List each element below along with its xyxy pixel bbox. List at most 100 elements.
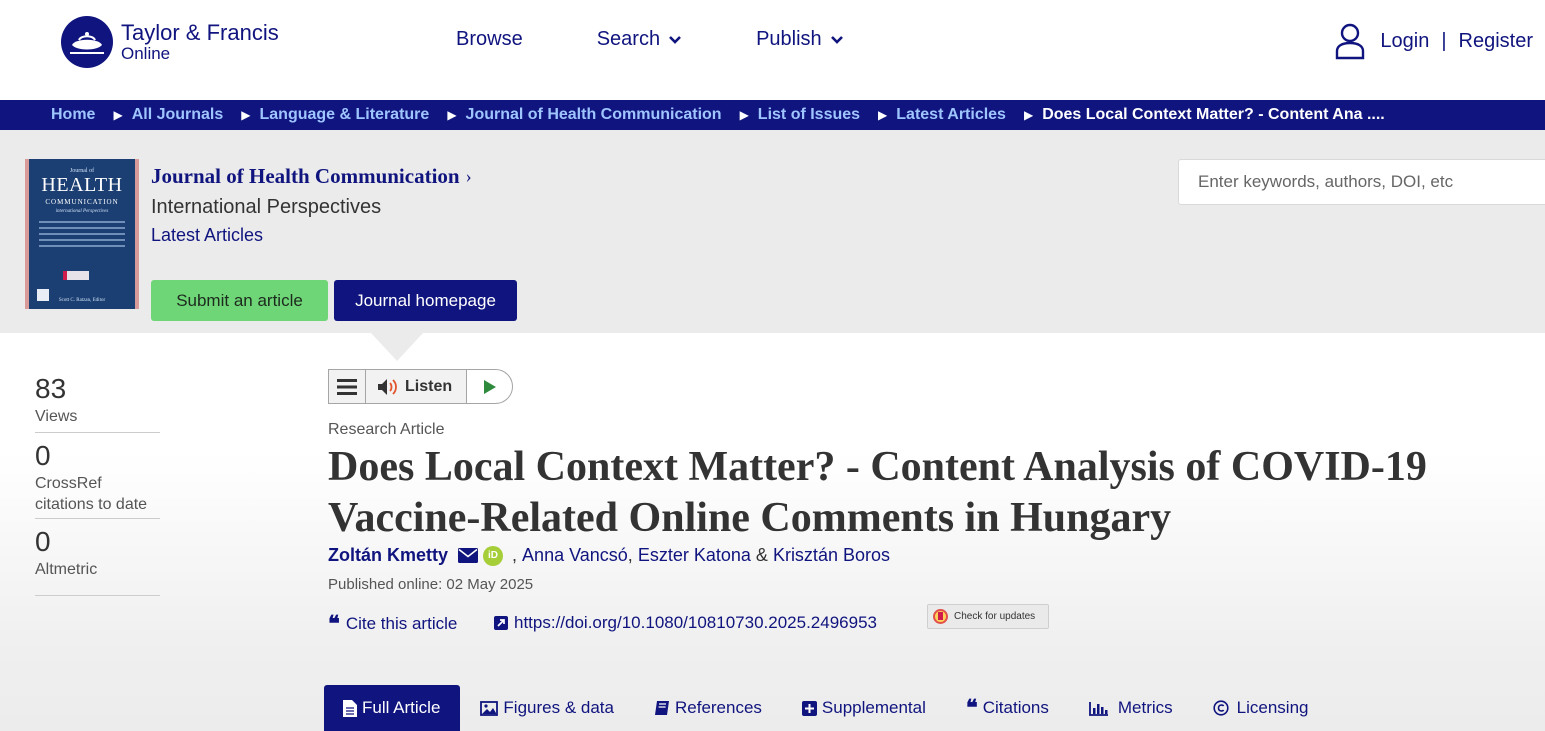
cover-name: HEALTH bbox=[41, 174, 123, 196]
hamburger-icon bbox=[337, 378, 357, 395]
speaker-icon bbox=[378, 378, 397, 395]
nav-browse[interactable]: Browse bbox=[456, 28, 523, 51]
cite-article-link[interactable]: ❝ Cite this article bbox=[328, 613, 457, 635]
check-updates-label: Check for updates bbox=[954, 611, 1036, 622]
journal-homepage-button[interactable]: Journal homepage bbox=[334, 280, 517, 321]
play-icon bbox=[483, 379, 496, 394]
tab-licensing[interactable]: Licensing bbox=[1193, 685, 1329, 731]
image-icon bbox=[480, 700, 499, 716]
breadcrumb-label: Latest Articles bbox=[896, 106, 1006, 123]
article-tabs: Full Article Figures & data References S… bbox=[324, 685, 1328, 731]
taylor-francis-logo[interactable]: Taylor & Francis Online bbox=[61, 16, 279, 68]
plus-square-icon bbox=[801, 700, 817, 716]
breadcrumb-arrow-icon: ▶ bbox=[241, 108, 251, 122]
author-separator: , bbox=[512, 545, 518, 565]
author-icons: iD bbox=[458, 545, 508, 566]
listen-label: Listen bbox=[405, 377, 453, 395]
tab-supplemental[interactable]: Supplemental bbox=[782, 685, 946, 731]
metric-crossref: 0 CrossRef citations to date bbox=[35, 433, 160, 519]
journal-cover-image: Journal of HEALTH COMMUNICATION internat… bbox=[29, 159, 135, 309]
book-icon bbox=[654, 700, 670, 716]
chevron-down-icon bbox=[830, 35, 843, 44]
breadcrumb-arrow-icon: ▶ bbox=[739, 108, 749, 122]
check-for-updates-button[interactable]: Check for updates bbox=[927, 604, 1049, 629]
tab-references[interactable]: References bbox=[634, 685, 782, 731]
metric-altmetric: 0 Altmetric bbox=[35, 519, 160, 596]
breadcrumb-language-literature[interactable]: ▶ Language & Literature bbox=[223, 106, 429, 124]
author-list: Zoltán Kmetty iD , Anna Vancsó , Eszter … bbox=[328, 545, 890, 566]
player-menu-button[interactable] bbox=[329, 370, 366, 403]
author-link[interactable]: Eszter Katona bbox=[638, 545, 751, 566]
main-nav: Browse Search Publish bbox=[456, 28, 844, 51]
register-link[interactable]: Register bbox=[1459, 30, 1533, 53]
breadcrumb-journal[interactable]: ▶ Journal of Health Communication bbox=[429, 106, 721, 124]
document-icon bbox=[343, 699, 357, 717]
tab-label: Metrics bbox=[1117, 698, 1173, 717]
breadcrumb-arrow-icon: ▶ bbox=[1023, 108, 1034, 122]
tab-full-article[interactable]: Full Article bbox=[324, 685, 461, 731]
breadcrumb-label: Journal of Health Communication bbox=[465, 106, 722, 123]
nav-browse-label: Browse bbox=[456, 28, 523, 50]
play-button[interactable] bbox=[467, 370, 512, 403]
journal-title-link[interactable]: Journal of Health Communication › bbox=[151, 164, 472, 189]
site-header: Taylor & Francis Online Browse Search Pu… bbox=[0, 0, 1545, 100]
breadcrumb-home[interactable]: Home bbox=[51, 106, 95, 124]
submit-article-button[interactable]: Submit an article bbox=[151, 280, 328, 321]
journal-cover[interactable]: Journal of HEALTH COMMUNICATION internat… bbox=[25, 159, 139, 309]
doi-link[interactable]: https://doi.org/10.1080/10810730.2025.24… bbox=[494, 613, 877, 633]
breadcrumb-arrow-icon: ▶ bbox=[878, 108, 888, 122]
external-link-icon bbox=[494, 616, 508, 630]
altmetric-count: 0 bbox=[35, 526, 51, 557]
orcid-icon[interactable]: iD bbox=[483, 545, 504, 566]
tab-label: Supplemental bbox=[821, 698, 926, 717]
nav-search[interactable]: Search bbox=[597, 28, 682, 51]
breadcrumb-current: ▶ Does Local Context Matter? - Content An… bbox=[1006, 106, 1385, 124]
tab-figures-data[interactable]: Figures & data bbox=[460, 685, 634, 731]
journal-subtitle: International Perspectives bbox=[151, 196, 382, 218]
tab-citations[interactable]: ❝ Citations bbox=[946, 685, 1069, 731]
breadcrumb-label: All Journals bbox=[131, 106, 224, 123]
teapot-logo-icon bbox=[61, 16, 113, 68]
nav-publish[interactable]: Publish bbox=[756, 28, 844, 51]
breadcrumb-all-journals[interactable]: ▶ All Journals bbox=[95, 106, 223, 124]
logo-line-2: Online bbox=[121, 43, 171, 63]
logo-line-1: Taylor & Francis bbox=[121, 19, 279, 45]
user-icon[interactable] bbox=[1334, 22, 1366, 60]
envelope-icon[interactable] bbox=[458, 548, 479, 563]
listen-button[interactable]: Listen bbox=[366, 370, 467, 403]
crossref-label: CrossRef citations to date bbox=[35, 473, 160, 518]
breadcrumb-arrow-icon: ▶ bbox=[113, 108, 123, 122]
cover-tagline: international Perspectives bbox=[55, 209, 109, 214]
breadcrumb-arrow-icon: ▶ bbox=[447, 108, 457, 122]
breadcrumb: Home ▶ All Journals ▶ Language & Literatur… bbox=[0, 100, 1545, 130]
crossref-label-1: CrossRef bbox=[35, 474, 102, 492]
doi-url: https://doi.org/10.1080/10810730.2025.24… bbox=[514, 613, 877, 632]
logo-text: Taylor & Francis Online bbox=[121, 19, 279, 64]
breadcrumb-label: Does Local Context Matter? - Content Ana… bbox=[1042, 106, 1385, 123]
views-label: Views bbox=[35, 407, 78, 425]
nav-publish-label: Publish bbox=[756, 28, 822, 50]
altmetric-label: Altmetric bbox=[35, 560, 98, 578]
author-link[interactable]: Krisztán Boros bbox=[773, 545, 890, 566]
quote-icon: ❝ bbox=[965, 695, 978, 720]
author-link[interactable]: Anna Vancsó bbox=[522, 545, 628, 566]
search-input[interactable] bbox=[1198, 172, 1545, 192]
login-link[interactable]: Login bbox=[1380, 30, 1429, 53]
tab-label: Citations bbox=[982, 698, 1049, 717]
auth-separator: | bbox=[1441, 29, 1447, 52]
readspeaker-player: Listen bbox=[328, 369, 513, 404]
copyright-icon bbox=[1213, 700, 1229, 716]
cover-lines bbox=[39, 221, 125, 251]
breadcrumb-latest-articles[interactable]: ▶ Latest Articles bbox=[860, 106, 1006, 124]
nav-search-label: Search bbox=[596, 28, 661, 50]
auth-links: Login | Register bbox=[1334, 22, 1533, 60]
breadcrumb-label: Home bbox=[51, 106, 96, 123]
tab-metrics[interactable]: Metrics bbox=[1069, 685, 1193, 731]
latest-articles-link[interactable]: Latest Articles bbox=[151, 225, 263, 246]
article-type: Research Article bbox=[328, 421, 445, 438]
breadcrumb-list-of-issues[interactable]: ▶ List of Issues bbox=[722, 106, 860, 124]
author-link-main[interactable]: Zoltán Kmetty bbox=[328, 545, 448, 566]
crossmark-icon bbox=[933, 609, 948, 624]
chevron-right-icon: › bbox=[465, 166, 472, 186]
chevron-down-icon bbox=[669, 35, 681, 44]
